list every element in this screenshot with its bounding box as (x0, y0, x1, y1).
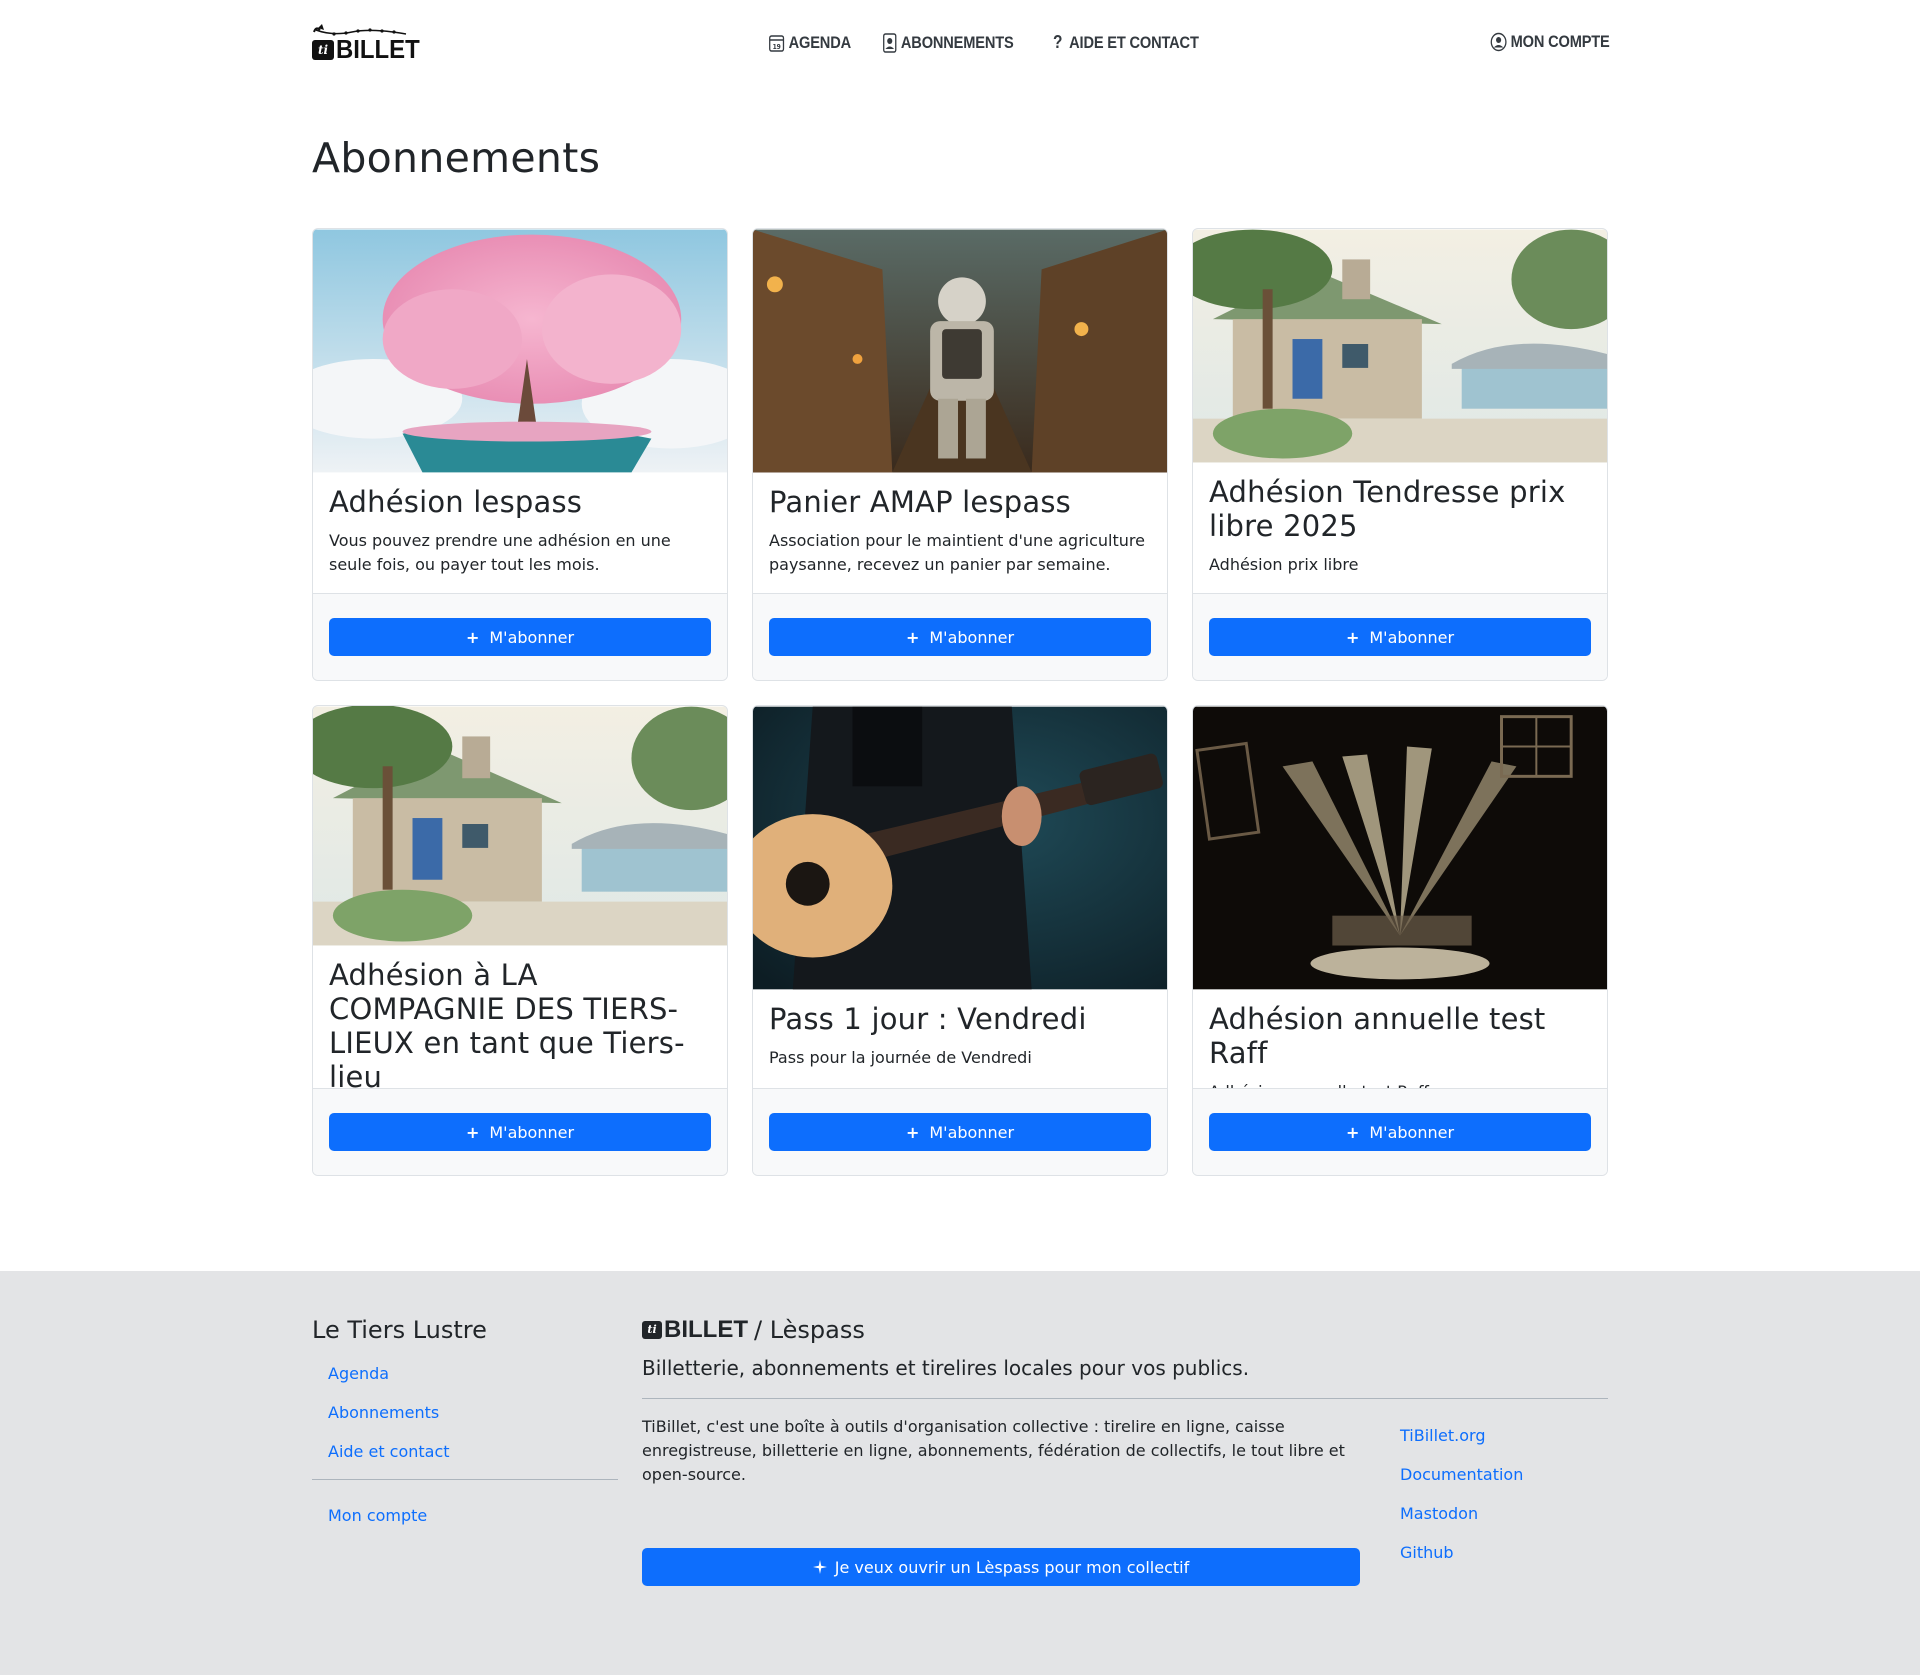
subscribe-button[interactable]: + M'abonner (329, 618, 711, 656)
card-footer: + M'abonner (753, 1088, 1167, 1175)
plus-icon: + (465, 627, 480, 647)
badge-icon (883, 32, 897, 53)
subscription-card: Adhésion lespass Vous pouvez prendre une… (312, 228, 728, 681)
subscription-card: Adhésion Tendresse prix libre 2025 Adhés… (1192, 228, 1608, 681)
plus-icon: + (465, 1122, 480, 1142)
card-footer: + M'abonner (753, 593, 1167, 680)
subscribe-button[interactable]: + M'abonner (1209, 618, 1591, 656)
plus-icon: + (905, 627, 920, 647)
tibillet-logo[interactable]: ti BILLET (312, 24, 420, 68)
plus-icon: + (1345, 627, 1360, 647)
footer-brand-logo-text: BILLET (664, 1316, 748, 1343)
card-image-cottage (313, 706, 727, 946)
subscribe-button[interactable]: + M'abonner (329, 1113, 711, 1151)
nav-aide-contact[interactable]: ? AIDE ET CONTACT (1053, 32, 1199, 53)
card-footer: + M'abonner (313, 1088, 727, 1175)
nav-mon-compte[interactable]: MON COMPTE (1490, 32, 1610, 52)
subscribe-button-label: M'abonner (1369, 1122, 1455, 1142)
card-text: Adhésion prix libre (1209, 555, 1359, 574)
sparkles-icon (812, 1560, 827, 1574)
svg-text:19: 19 (773, 42, 782, 51)
page-title: Abonnements (312, 134, 601, 182)
subscribe-button[interactable]: + M'abonner (1209, 1113, 1591, 1151)
card-image-astronaut (753, 229, 1167, 473)
card-text: Association pour le maintient d'une agri… (769, 531, 1145, 574)
question-icon: ? (1053, 32, 1063, 52)
card-image-guitarist (753, 706, 1167, 990)
card-title: Panier AMAP lespass (769, 485, 1071, 519)
card-text: Pass pour la journée de Vendredi (769, 1048, 1032, 1067)
logo-ti-mark: ti (642, 1321, 662, 1339)
footer-link-github[interactable]: Github (1400, 1543, 1523, 1562)
footer-site-column: Le Tiers Lustre Agenda Abonnements Aide … (312, 1316, 618, 1525)
footer-site-name: Le Tiers Lustre (312, 1316, 487, 1344)
nav-agenda[interactable]: 19 AGENDA (768, 33, 851, 53)
footer-link-agenda[interactable]: Agenda (328, 1364, 618, 1383)
card-title: Pass 1 jour : Vendredi (769, 1002, 1087, 1036)
footer-divider (312, 1479, 618, 1480)
footer-link-documentation[interactable]: Documentation (1400, 1465, 1523, 1484)
card-text: Vous pouvez prendre une adhésion en une … (329, 531, 671, 574)
subscribe-button[interactable]: + M'abonner (769, 618, 1151, 656)
subscription-card: Adhésion à LA COMPAGNIE DES TIERS-LIEUX … (312, 705, 728, 1176)
open-lespass-button[interactable]: Je veux ouvrir un Lèspass pour mon colle… (642, 1548, 1360, 1586)
footer-brand: ti BILLET / Lèspass (642, 1316, 1608, 1344)
nav-aide-label: AIDE ET CONTACT (1069, 32, 1200, 52)
logo-text: BILLET (336, 34, 420, 64)
footer-description: TiBillet, c'est une boîte à outils d'org… (642, 1417, 1345, 1484)
nav-account-label: MON COMPTE (1510, 32, 1610, 51)
subscribe-button-label: M'abonner (929, 1122, 1015, 1142)
subscription-card: Pass 1 jour : Vendredi Pass pour la jour… (752, 705, 1168, 1176)
logo-ti-mark: ti (312, 40, 334, 60)
footer-lead: Billetterie, abonnements et tirelires lo… (642, 1356, 1250, 1380)
card-title: Adhésion à LA COMPAGNIE DES TIERS-LIEUX … (329, 958, 685, 1094)
nav-abonnements-label: ABONNEMENTS (901, 32, 1015, 52)
subscription-card: Panier AMAP lespass Association pour le … (752, 228, 1168, 681)
subscribe-button[interactable]: + M'abonner (769, 1113, 1151, 1151)
footer-brand-suffix: / Lèspass (754, 1316, 865, 1344)
footer-link-tibillet-org[interactable]: TiBillet.org (1400, 1426, 1523, 1445)
main-nav: 19 AGENDA ABONNEMENTS ? AIDE ET CONTACT (768, 32, 1223, 53)
subscribe-button-label: M'abonner (489, 1122, 575, 1142)
card-footer: + M'abonner (1193, 593, 1607, 680)
navbar: ti BILLET 19 AGENDA ABONNEMENTS ? AIDE E… (0, 0, 1920, 92)
footer-external-links: TiBillet.org Documentation Mastodon Gith… (1400, 1426, 1523, 1562)
subscribe-button-label: M'abonner (489, 627, 575, 647)
nav-agenda-label: AGENDA (788, 32, 852, 52)
site-footer: Le Tiers Lustre Agenda Abonnements Aide … (0, 1271, 1920, 1675)
tibillet-logo: ti BILLET (642, 1316, 748, 1344)
plus-icon: + (1345, 1122, 1360, 1142)
card-footer: + M'abonner (313, 593, 727, 680)
card-image-stage-spotlights (1193, 706, 1607, 990)
subscription-card: Adhésion annuelle test Raff Adhésion ann… (1192, 705, 1608, 1176)
footer-divider (642, 1398, 1608, 1399)
card-footer: + M'abonner (1193, 1088, 1607, 1175)
card-image-cottage (1193, 229, 1607, 463)
footer-link-abonnements[interactable]: Abonnements (328, 1403, 618, 1422)
plus-icon: + (905, 1122, 920, 1142)
open-lespass-label: Je veux ouvrir un Lèspass pour mon colle… (834, 1557, 1190, 1577)
card-title: Adhésion annuelle test Raff (1209, 1002, 1546, 1070)
subscribe-button-label: M'abonner (929, 627, 1015, 647)
card-image-cherry-tree (313, 229, 727, 473)
user-circle-icon (1490, 32, 1507, 52)
nav-abonnements[interactable]: ABONNEMENTS (882, 33, 1014, 53)
footer-link-mon-compte[interactable]: Mon compte (328, 1506, 618, 1525)
card-title: Adhésion Tendresse prix libre 2025 (1209, 475, 1566, 543)
footer-link-mastodon[interactable]: Mastodon (1400, 1504, 1523, 1523)
footer-link-aide-contact[interactable]: Aide et contact (328, 1442, 618, 1461)
calendar-icon: 19 (769, 34, 785, 52)
card-title: Adhésion lespass (329, 485, 583, 519)
subscribe-button-label: M'abonner (1369, 627, 1455, 647)
